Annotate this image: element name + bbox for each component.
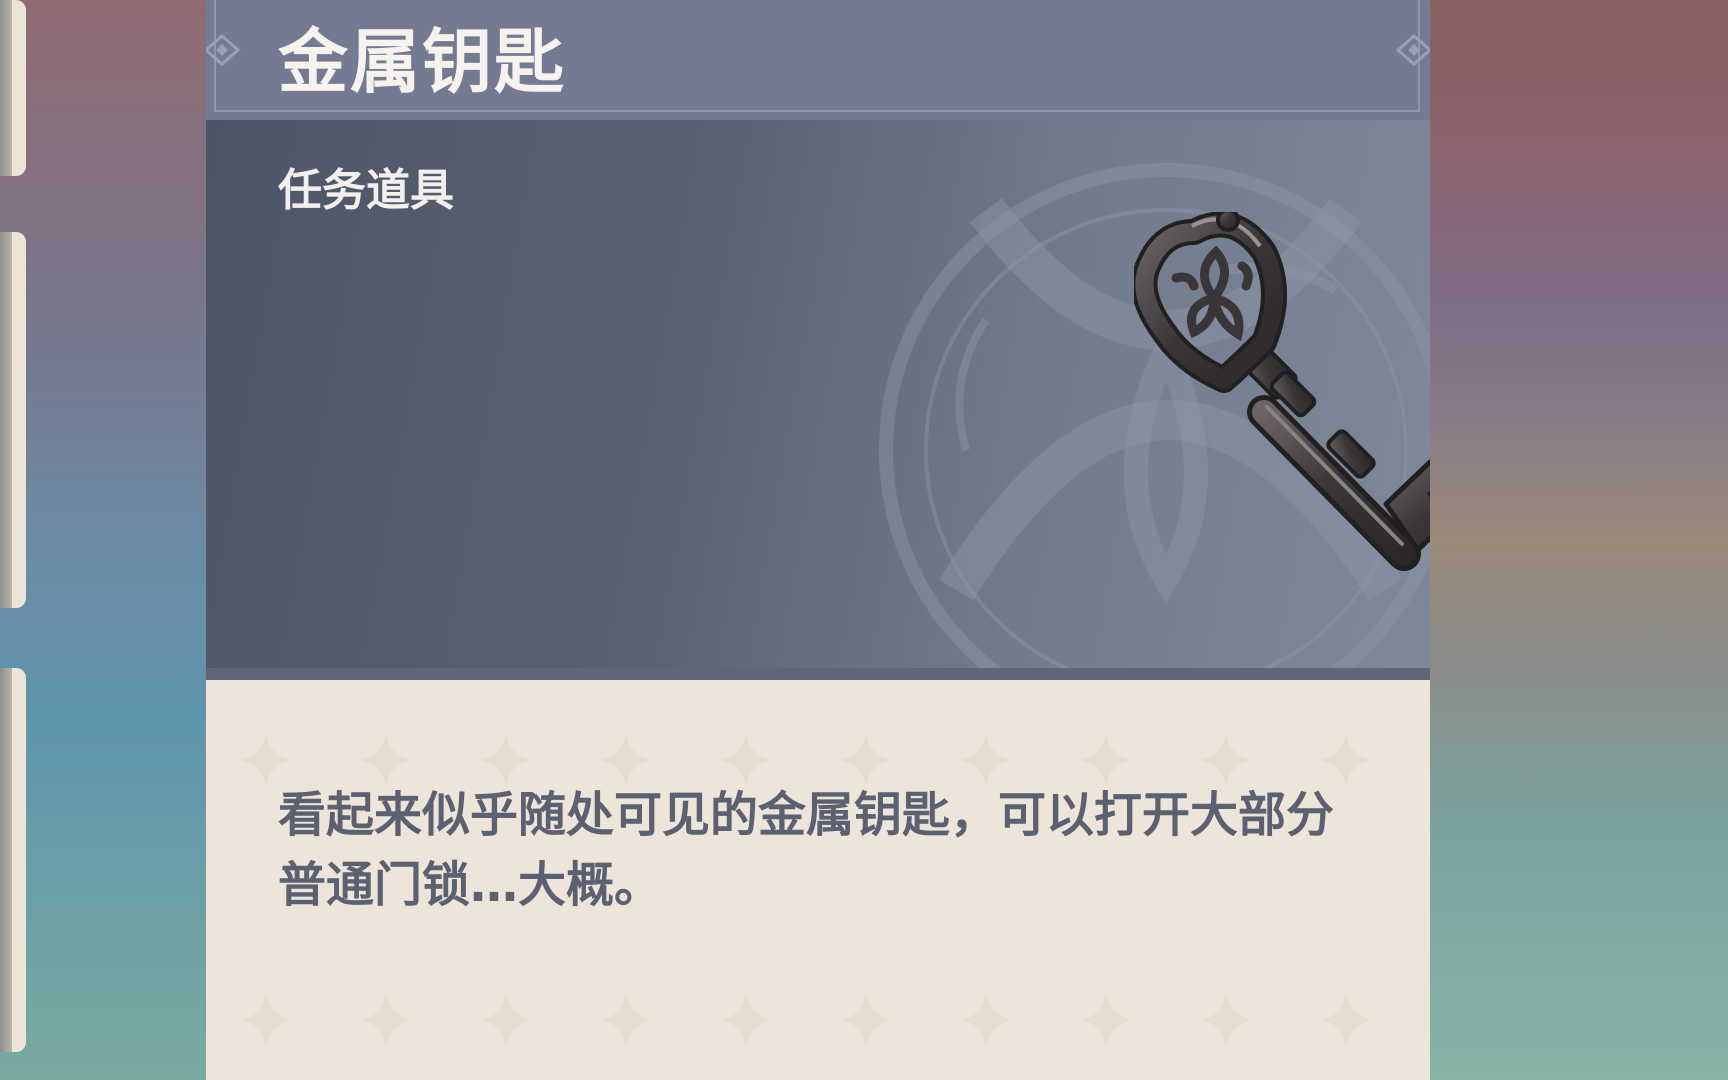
divider	[206, 668, 1430, 680]
diamond-ornament-icon	[1395, 34, 1430, 66]
item-description: 看起来似乎随处可见的金属钥匙，可以打开大部分普通门锁…大概。	[278, 787, 1335, 913]
inventory-slot-edge[interactable]	[0, 232, 26, 608]
item-category: 任务道具	[278, 165, 454, 216]
diamond-ornament-icon	[206, 34, 241, 66]
background-right	[1428, 0, 1728, 1080]
item-name: 金属钥匙	[278, 21, 566, 103]
title-bar: 金属钥匙	[206, 0, 1430, 120]
description-area: 看起来似乎随处可见的金属钥匙，可以打开大部分普通门锁…大概。	[206, 680, 1430, 1080]
metal-key-icon	[1134, 212, 1430, 571]
inventory-slot-edge[interactable]	[0, 0, 26, 176]
inventory-slot-edge[interactable]	[0, 668, 26, 1052]
item-detail-panel: 金属钥匙 任务道具 看起来似乎随处可见的金属钥匙，可以打开大部分普通门锁…大概。	[206, 0, 1430, 1080]
